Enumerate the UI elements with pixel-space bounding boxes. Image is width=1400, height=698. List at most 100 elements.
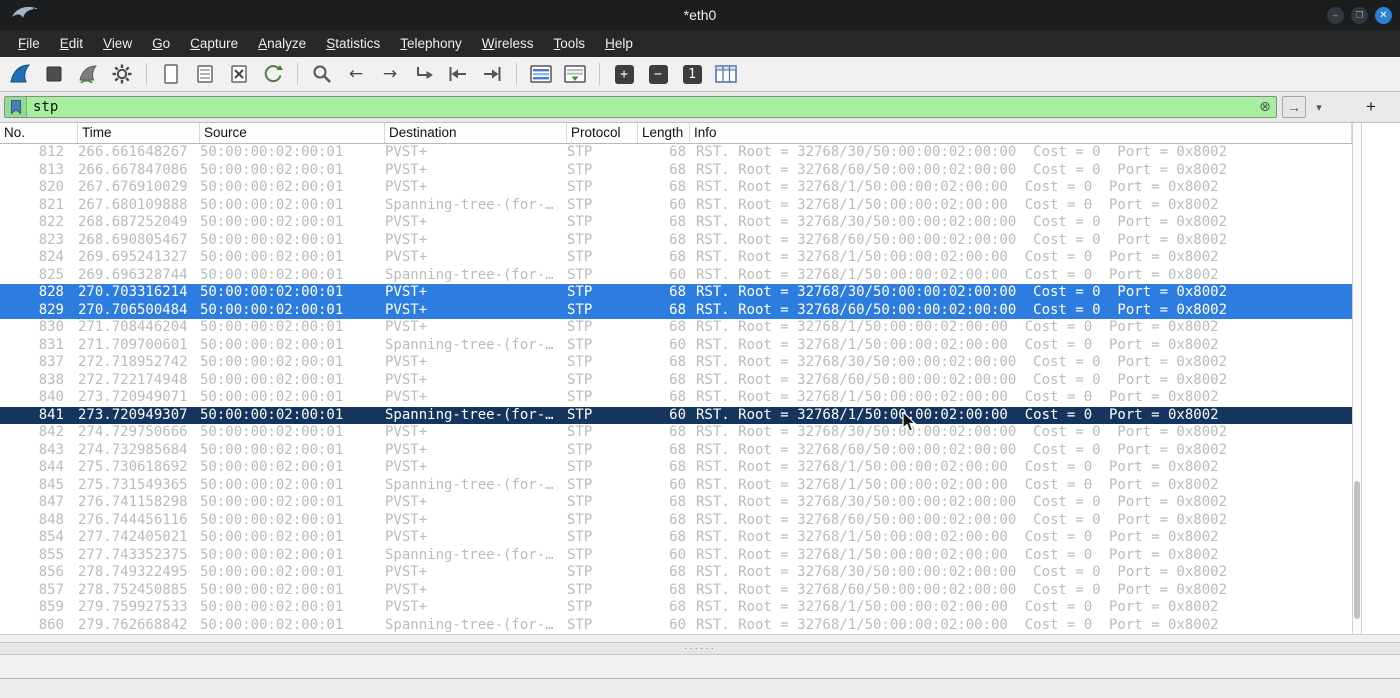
open-file-icon[interactable] — [157, 60, 185, 88]
packet-row[interactable]: 848 276.744456116 50:00:00:02:00:01 PVST… — [0, 512, 1352, 530]
packet-destination: Spanning-tree-(for-… — [385, 476, 554, 493]
packet-destination: PVST+ — [385, 301, 428, 318]
save-file-icon[interactable] — [191, 60, 219, 88]
resize-columns-icon[interactable] — [712, 60, 740, 88]
packet-info: RST. Root = 32768/1/50:00:00:02:00:00 Co… — [696, 249, 1219, 265]
zoom-out-icon[interactable]: − — [644, 60, 672, 88]
go-last-packet-icon[interactable] — [478, 60, 506, 88]
packet-row[interactable]: 854 277.742405021 50:00:00:02:00:01 PVST… — [0, 529, 1352, 547]
restart-capture-icon[interactable] — [74, 60, 102, 88]
packet-info: RST. Root = 32768/60/50:00:00:02:00:00 C… — [696, 301, 1228, 318]
packet-protocol: STP — [567, 179, 593, 195]
packet-row[interactable]: 855 277.743352375 50:00:00:02:00:01 Span… — [0, 547, 1352, 565]
packet-row[interactable]: 812 266.661648267 50:00:00:02:00:01 PVST… — [0, 144, 1352, 162]
packet-length: 68 — [669, 231, 686, 248]
go-forward-icon[interactable]: → — [376, 60, 404, 88]
vertical-scrollbar[interactable] — [1352, 123, 1362, 634]
packet-row[interactable]: 813 266.667847086 50:00:00:02:00:01 PVST… — [0, 162, 1352, 180]
packet-protocol: STP — [567, 354, 593, 370]
column-header-info[interactable]: Info — [690, 123, 1352, 143]
packet-row[interactable]: 856 278.749322495 50:00:00:02:00:01 PVST… — [0, 564, 1352, 582]
reload-file-icon[interactable] — [259, 60, 287, 88]
zoom-in-icon[interactable]: + — [610, 60, 638, 88]
capture-options-icon[interactable] — [108, 60, 136, 88]
packet-row[interactable]: 824 269.695241327 50:00:00:02:00:01 PVST… — [0, 249, 1352, 267]
maximize-button[interactable]: ❐ — [1351, 6, 1368, 24]
packet-row[interactable]: 844 275.730618692 50:00:00:02:00:01 PVST… — [0, 459, 1352, 477]
packet-row[interactable]: 825 269.696328744 50:00:00:02:00:01 Span… — [0, 267, 1352, 285]
packet-time: 274.729750666 — [78, 424, 188, 440]
packet-row[interactable]: 837 272.718952742 50:00:00:02:00:01 PVST… — [0, 354, 1352, 372]
horizontal-scrollbar[interactable] — [0, 634, 1400, 642]
menu-go[interactable]: Go — [142, 32, 180, 55]
column-header-length[interactable]: Length — [638, 123, 690, 143]
menu-tools[interactable]: Tools — [544, 32, 596, 55]
packet-destination: PVST+ — [385, 424, 428, 440]
packet-row[interactable]: 820 267.676910029 50:00:00:02:00:01 PVST… — [0, 179, 1352, 197]
menu-wireless[interactable]: Wireless — [472, 32, 544, 55]
menu-help[interactable]: Help — [595, 32, 643, 55]
packet-row[interactable]: 821 267.680109888 50:00:00:02:00:01 Span… — [0, 197, 1352, 215]
packet-row[interactable]: 842 274.729750666 50:00:00:02:00:01 PVST… — [0, 424, 1352, 442]
colorize-packets-icon[interactable] — [527, 60, 555, 88]
packet-row[interactable]: 845 275.731549365 50:00:00:02:00:01 Span… — [0, 477, 1352, 495]
column-header-no[interactable]: No. — [0, 123, 78, 143]
menu-view[interactable]: View — [93, 32, 142, 55]
packet-row[interactable]: 828 270.703316214 50:00:00:02:00:01 PVST… — [0, 284, 1352, 302]
column-header-time[interactable]: Time — [78, 123, 200, 143]
menu-analyze[interactable]: Analyze — [248, 32, 316, 55]
menu-file[interactable]: File — [8, 32, 50, 55]
packet-source: 50:00:00:02:00:01 — [200, 441, 344, 458]
packet-length: 60 — [669, 546, 686, 563]
packet-row[interactable]: 823 268.690805467 50:00:00:02:00:01 PVST… — [0, 232, 1352, 250]
packet-no: 859 — [38, 599, 64, 615]
packet-row[interactable]: 840 273.720949071 50:00:00:02:00:01 PVST… — [0, 389, 1352, 407]
add-filter-button[interactable]: + — [1360, 96, 1382, 118]
menu-statistics[interactable]: Statistics — [316, 32, 390, 55]
go-to-packet-icon[interactable] — [410, 60, 438, 88]
splitter-handle-icon[interactable]: ······ — [684, 643, 716, 653]
packet-row[interactable]: 838 272.722174948 50:00:00:02:00:01 PVST… — [0, 372, 1352, 390]
find-packet-icon[interactable] — [308, 60, 336, 88]
auto-scroll-icon[interactable] — [561, 60, 589, 88]
filter-clear-icon[interactable]: ⊗ — [1254, 99, 1276, 115]
packet-source: 50:00:00:02:00:01 — [200, 144, 344, 160]
packet-source: 50:00:00:02:00:01 — [200, 581, 344, 598]
filter-apply-icon[interactable]: → — [1282, 96, 1306, 118]
filter-dropdown-icon[interactable]: ▾ — [1311, 101, 1327, 114]
packet-row[interactable]: 857 278.752450885 50:00:00:02:00:01 PVST… — [0, 582, 1352, 600]
filter-value[interactable]: stp — [27, 99, 1254, 115]
minimize-button[interactable]: – — [1327, 6, 1344, 24]
packet-source: 50:00:00:02:00:01 — [200, 406, 344, 423]
stop-capture-icon[interactable] — [40, 60, 68, 88]
menu-edit[interactable]: Edit — [50, 32, 93, 55]
column-header-destination[interactable]: Destination — [385, 123, 567, 143]
filter-bookmark-icon[interactable] — [5, 97, 27, 117]
packet-row[interactable]: 843 274.732985684 50:00:00:02:00:01 PVST… — [0, 442, 1352, 460]
zoom-reset-icon[interactable]: 1 — [678, 60, 706, 88]
scrollbar-thumb[interactable] — [1354, 480, 1360, 619]
menu-telephony[interactable]: Telephony — [390, 32, 472, 55]
column-header-source[interactable]: Source — [200, 123, 385, 143]
packet-length: 68 — [669, 424, 686, 440]
packet-row[interactable]: 860 279.762668842 50:00:00:02:00:01 Span… — [0, 617, 1352, 635]
packet-row[interactable]: 830 271.708446204 50:00:00:02:00:01 PVST… — [0, 319, 1352, 337]
display-filter-input[interactable]: stp ⊗ — [4, 96, 1277, 118]
packet-row[interactable]: 859 279.759927533 50:00:00:02:00:01 PVST… — [0, 599, 1352, 617]
packet-info: RST. Root = 32768/1/50:00:00:02:00:00 Co… — [696, 599, 1219, 615]
start-capture-icon[interactable] — [6, 60, 34, 88]
packet-row[interactable]: 829 270.706500484 50:00:00:02:00:01 PVST… — [0, 301, 1352, 319]
packet-row[interactable]: 831 271.709700601 50:00:00:02:00:01 Span… — [0, 337, 1352, 355]
go-back-icon[interactable]: ← — [342, 60, 370, 88]
go-first-packet-icon[interactable] — [444, 60, 472, 88]
packet-source: 50:00:00:02:00:01 — [200, 459, 344, 475]
packet-row[interactable]: 847 276.741158298 50:00:00:02:00:01 PVST… — [0, 494, 1352, 512]
column-header-protocol[interactable]: Protocol — [567, 123, 638, 143]
close-file-icon[interactable] — [225, 60, 253, 88]
packet-row[interactable]: 822 268.687252049 50:00:00:02:00:01 PVST… — [0, 214, 1352, 232]
menu-capture[interactable]: Capture — [180, 32, 248, 55]
pane-splitter[interactable]: ······ — [0, 642, 1400, 655]
packet-list-header: No. Time Source Destination Protocol Len… — [0, 123, 1352, 144]
packet-row[interactable]: 841 273.720949307 50:00:00:02:00:01 Span… — [0, 406, 1352, 424]
close-button[interactable]: ✕ — [1375, 6, 1392, 24]
